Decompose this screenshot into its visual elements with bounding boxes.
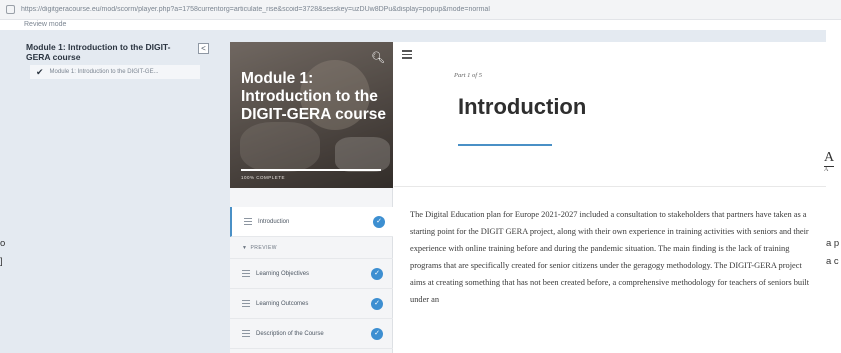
nav-item-description-of-the-course[interactable]: Description of the Course ✓ [230,319,393,349]
lesson-content: Part 1 of 5 Introduction The Digital Edu… [394,42,826,353]
toc-collapse-button[interactable]: < [198,43,209,54]
lesson-icon [244,216,252,227]
text-size-glyph-small: A [824,167,829,173]
url-text[interactable]: https://digitgeracourse.eu/mod/scorm/pla… [21,6,490,13]
section-label: PREVIEW [250,244,278,251]
background-text-fragment: o [0,238,6,249]
page-icon [6,5,15,14]
nav-item-label: Learning Objectives [256,270,310,277]
progress-label: 100% COMPLETE [241,175,286,180]
lesson-body-text: The Digital Education plan for Europe 20… [410,210,810,304]
toc-item-module-1[interactable]: ✔ Module 1: Introduction to the DIGIT-GE… [30,65,200,79]
course-progress-fill [241,169,381,171]
nav-item-learning-outcomes[interactable]: Learning Outcomes ✓ [230,289,393,319]
course-cover: 🔍︎ Module 1: Introduction to the DIGIT-G… [230,42,393,188]
nav-section-preview[interactable]: ▼ PREVIEW [230,237,393,259]
nav-item-label: Description of the Course [256,330,324,337]
nav-item-label: Introduction [258,218,290,225]
review-mode-label: Review mode [24,21,67,28]
background-text-fragment: a c [826,256,839,267]
nav-item-learning-objectives[interactable]: Learning Objectives ✓ [230,259,393,289]
check-circle-icon: ✓ [373,216,385,228]
nav-item-introduction[interactable]: Introduction ✓ [230,207,393,237]
lesson-title: Introduction [458,94,587,119]
text-size-glyph: A [824,150,835,167]
lesson-nav: Introduction ✓ ▼ PREVIEW Learning Object… [230,207,393,349]
toc-item-label: Module 1: Introduction to the DIGIT-GE..… [49,69,159,75]
background-text-fragment: ] [0,256,3,267]
right-gutter [826,30,841,353]
background-text-fragment: a p [826,238,840,249]
lesson-part-label: Part 1 of 5 [454,72,482,79]
check-circle-icon: ✓ [371,328,383,340]
checkmark-icon: ✔ [36,66,44,77]
browser-address-bar[interactable]: https://digitgeracourse.eu/mod/scorm/pla… [0,0,841,20]
search-icon[interactable]: 🔍︎ [371,51,385,64]
title-underline [458,144,552,146]
player-top-strip [230,30,826,42]
course-title: Module 1: Introduction to the DIGIT-GERA… [241,70,386,123]
lesson-header: Part 1 of 5 Introduction [394,42,826,187]
review-mode-bar: Review mode [0,20,841,30]
lesson-icon [242,328,250,339]
lesson-icon [242,268,250,279]
course-sidebar: 🔍︎ Module 1: Introduction to the DIGIT-G… [230,42,393,353]
hamburger-menu-icon[interactable] [402,48,412,61]
nav-item-label: Learning Outcomes [256,300,309,307]
caret-down-icon: ▼ [242,244,248,251]
check-circle-icon: ✓ [371,268,383,280]
course-progress-bar [241,169,381,171]
toc-title: Module 1: Introduction to the DIGIT-GERA… [26,42,171,62]
toc-box: Module 1: Introduction to the DIGIT-GERA… [26,42,216,79]
scorm-toc-pane: Module 1: Introduction to the DIGIT-GERA… [0,30,230,353]
lesson-icon [242,298,250,309]
check-circle-icon: ✓ [371,298,383,310]
